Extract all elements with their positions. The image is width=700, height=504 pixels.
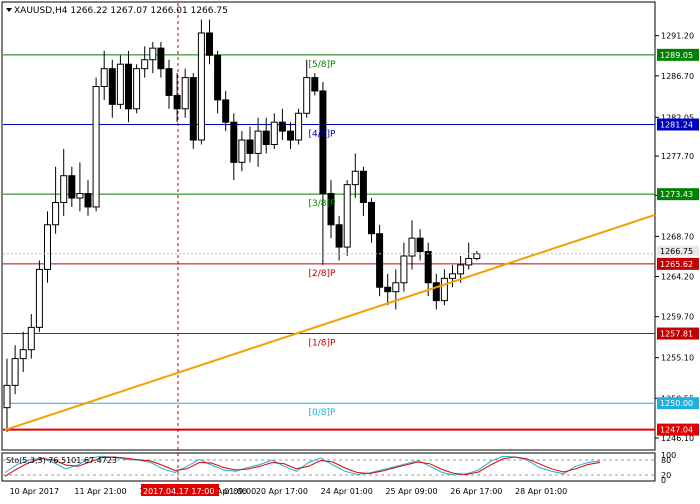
time-axis-label: 28 Apr 01:00	[515, 487, 567, 496]
level-label: [4/8]P	[309, 130, 337, 140]
bullish-candle[interactable]	[3, 384, 11, 409]
bearish-candle[interactable]	[157, 47, 165, 70]
bullish-candle[interactable]	[19, 349, 27, 360]
price-tick-label: 1264.20	[661, 273, 694, 282]
current-price-label: 1266.75	[660, 247, 693, 256]
bearish-candle[interactable]	[416, 237, 424, 253]
bearish-candle[interactable]	[335, 224, 343, 248]
price-tick-label: 1255.10	[661, 354, 694, 363]
stochastic-tick-label: 0	[661, 476, 666, 485]
bullish-candle[interactable]	[92, 86, 100, 208]
price-tick-label: 1277.70	[661, 152, 694, 161]
stochastic-tick-label: 80	[661, 456, 671, 465]
bullish-candle[interactable]	[465, 258, 473, 266]
bearish-candle[interactable]	[262, 130, 270, 145]
price-tag-label: 1273.43	[660, 190, 693, 199]
bullish-candle[interactable]	[44, 224, 51, 270]
bullish-candle[interactable]	[449, 273, 456, 279]
bearish-candle[interactable]	[165, 68, 173, 96]
time-axis-label: 25 Apr 09:00	[385, 487, 437, 496]
bearish-candle[interactable]	[359, 170, 367, 203]
bearish-candle[interactable]	[68, 175, 76, 199]
bearish-candle[interactable]	[278, 121, 286, 132]
level-label: [2/8]P	[309, 269, 337, 279]
bullish-candle[interactable]	[116, 63, 124, 105]
time-axis-label: 24 Apr 01:00	[321, 487, 373, 496]
bullish-candle[interactable]	[181, 77, 189, 110]
bearish-candle[interactable]	[125, 63, 132, 110]
bearish-candle[interactable]	[84, 193, 92, 208]
bearish-candle[interactable]	[189, 77, 197, 141]
chart-svg[interactable]: 1291.201286.701282.051277.701273.301268.…	[0, 0, 700, 500]
price-tag-label: 1265.62	[660, 260, 693, 269]
chart-header: XAUUSD,H4 1266.22 1267.07 1266.01 1266.7…	[14, 6, 228, 16]
time-axis-label: 20 Apr 17:00	[256, 487, 308, 496]
time-axis-label: 11 Apr 21:00	[74, 487, 126, 496]
price-tag-label: 1281.24	[660, 121, 693, 130]
trading-chart[interactable]: 1291.201286.701282.051277.701273.301268.…	[0, 0, 700, 500]
bearish-candle[interactable]	[246, 139, 254, 154]
price-tick-label: 1268.70	[661, 232, 694, 241]
bullish-candle[interactable]	[351, 170, 359, 186]
price-tag-label: 1257.81	[660, 330, 693, 339]
bearish-candle[interactable]	[424, 251, 432, 284]
bullish-candle[interactable]	[27, 326, 35, 351]
crosshair-time-label: 2017.04.17 17:00	[143, 487, 214, 496]
bullish-candle[interactable]	[52, 201, 60, 226]
bearish-candle[interactable]	[287, 130, 294, 141]
bearish-candle[interactable]	[384, 286, 392, 293]
bearish-candle[interactable]	[206, 32, 213, 56]
bullish-candle[interactable]	[76, 193, 84, 199]
time-axis-label: 26 Apr 17:00	[450, 487, 502, 496]
bullish-candle[interactable]	[149, 47, 157, 61]
bullish-candle[interactable]	[392, 282, 400, 293]
level-label: [3/8]P	[309, 199, 337, 209]
bullish-candle[interactable]	[457, 264, 465, 275]
bullish-candle[interactable]	[400, 255, 408, 284]
bullish-candle[interactable]	[197, 32, 205, 141]
bullish-candle[interactable]	[238, 139, 246, 163]
bearish-candle[interactable]	[311, 77, 319, 92]
bearish-candle[interactable]	[230, 121, 238, 163]
bullish-candle[interactable]	[440, 277, 448, 302]
price-tick-label: 1259.70	[661, 313, 694, 322]
price-tag-label: 1289.05	[660, 51, 693, 60]
bullish-candle[interactable]	[35, 268, 43, 328]
bullish-candle[interactable]	[133, 68, 141, 110]
bullish-candle[interactable]	[343, 184, 351, 248]
bearish-candle[interactable]	[319, 90, 327, 195]
bearish-candle[interactable]	[214, 54, 222, 101]
bullish-candle[interactable]	[295, 112, 303, 141]
bullish-candle[interactable]	[303, 77, 311, 114]
stochastic-header: Sto(5,3,3) 76.5101 67.4723	[6, 456, 117, 465]
bullish-candle[interactable]	[254, 130, 262, 154]
bullish-candle[interactable]	[11, 358, 19, 386]
bullish-candle[interactable]	[270, 121, 278, 145]
bearish-candle[interactable]	[108, 68, 116, 105]
price-tag-label: 1247.04	[660, 426, 693, 435]
price-tick-label: 1286.70	[661, 72, 694, 81]
crosshair-time-suffix: 01:00	[224, 487, 247, 496]
level-label: [5/8]P	[309, 60, 337, 70]
bearish-candle[interactable]	[368, 201, 375, 235]
bullish-candle[interactable]	[100, 68, 108, 88]
bullish-candle[interactable]	[141, 59, 149, 70]
level-label: [0/8]P	[309, 408, 337, 418]
bullish-candle[interactable]	[473, 253, 481, 260]
bearish-candle[interactable]	[173, 94, 181, 110]
level-label: [1/8]P	[309, 339, 337, 349]
bearish-candle[interactable]	[376, 233, 384, 288]
price-tick-label: 1291.20	[661, 32, 694, 41]
bearish-candle[interactable]	[222, 99, 230, 123]
price-tag-label: 1250.00	[660, 399, 693, 408]
time-axis-label: 10 Apr 2017	[10, 487, 59, 496]
bullish-candle[interactable]	[60, 175, 68, 203]
bearish-candle[interactable]	[432, 282, 440, 302]
